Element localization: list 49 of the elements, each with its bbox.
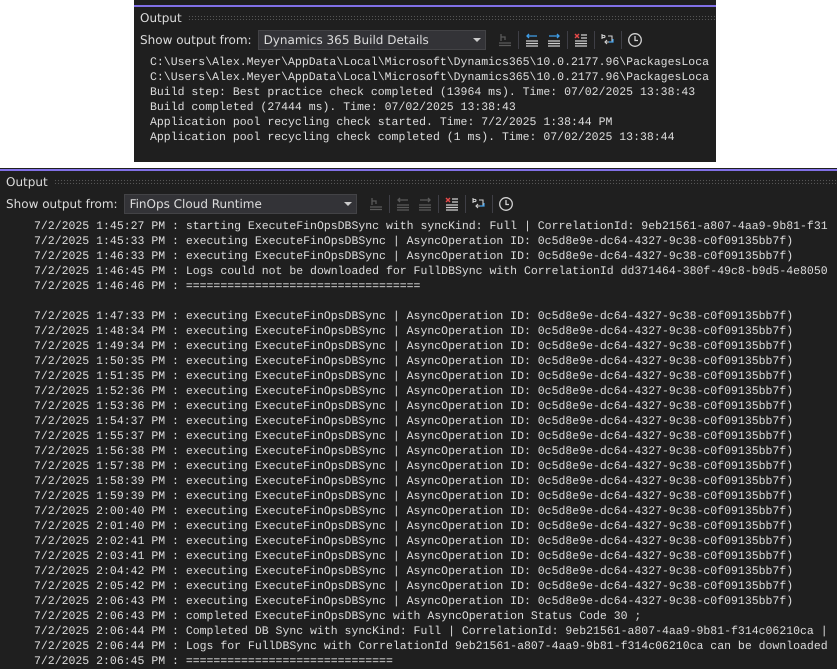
panel-title: Output	[6, 174, 48, 188]
previous-arrow-lines-icon[interactable]	[524, 32, 540, 48]
log-line: Application pool recycling check completed (1 ms). Time: 07/02/2025 13:38:44	[150, 130, 674, 145]
log-line: 7/2/2025 2:05:42 PM : executing ExecuteFinOpsDBSync | AsyncOperation ID: 0c5d8e9e-dc64-4327-9c38-c0f09135bb7f)	[34, 579, 794, 594]
log-line: C:\Users\Alex.Meyer\AppData\Local\Microsoft\Dynamics365\10.0.2177.96\PackagesLoca	[150, 55, 709, 70]
log-line: 7/2/2025 1:56:38 PM : executing ExecuteFinOpsDBSync | AsyncOperation ID: 0c5d8e9e-dc64-4327-9c38-c0f09135bb7f)	[34, 444, 794, 459]
source-dropdown[interactable]: FinOps Cloud Runtime	[124, 194, 357, 214]
caret-icon	[344, 202, 352, 206]
log-line: 7/2/2025 1:52:36 PM : executing ExecuteFinOpsDBSync | AsyncOperation ID: 0c5d8e9e-dc64-4327-9c38-c0f09135bb7f)	[34, 384, 794, 399]
log-line: Application pool recycling check started. Time: 7/2/2025 1:38:44 PM	[150, 115, 612, 130]
clear-lines-icon[interactable]	[572, 32, 589, 48]
log-line: 7/2/2025 1:46:33 PM : executing ExecuteFinOpsDBSync | AsyncOperation ID: 0c5d8e9e-dc64-4327-9c38-c0f09135bb7f)	[34, 249, 794, 264]
source-label: Show output from:	[140, 33, 252, 47]
source-label: Show output from:	[6, 197, 118, 211]
log-line: 7/2/2025 1:50:35 PM : executing ExecuteFinOpsDBSync | AsyncOperation ID: 0c5d8e9e-dc64-4327-9c38-c0f09135bb7f)	[34, 354, 794, 369]
source-dropdown[interactable]: Dynamics 365 Build Details	[258, 30, 486, 50]
log-line: 7/2/2025 2:04:42 PM : executing ExecuteFinOpsDBSync | AsyncOperation ID: 0c5d8e9e-dc64-4327-9c38-c0f09135bb7f)	[34, 564, 794, 579]
clear-lines-icon[interactable]	[444, 196, 460, 212]
caret-icon	[472, 38, 481, 42]
log-line: 7/2/2025 1:59:39 PM : executing ExecuteFinOpsDBSync | AsyncOperation ID: 0c5d8e9e-dc64-4327-9c38-c0f09135bb7f)	[34, 489, 794, 504]
log-line: Build completed (27444 ms). Time: 07/02/2025 13:38:43	[150, 100, 516, 115]
clock-icon[interactable]	[498, 196, 514, 212]
log-line: 7/2/2025 1:47:33 PM : executing ExecuteFinOpsDBSync | AsyncOperation ID: 0c5d8e9e-dc64-4327-9c38-c0f09135bb7f)	[34, 309, 794, 324]
log-line: 7/2/2025 1:53:36 PM : executing ExecuteFinOpsDBSync | AsyncOperation ID: 0c5d8e9e-dc64-4327-9c38-c0f09135bb7f)	[34, 399, 794, 414]
log-line: 7/2/2025 2:03:41 PM : executing ExecuteFinOpsDBSync | AsyncOperation ID: 0c5d8e9e-dc64-4327-9c38-c0f09135bb7f)	[34, 549, 794, 564]
log-line: 7/2/2025 1:49:34 PM : executing ExecuteFinOpsDBSync | AsyncOperation ID: 0c5d8e9e-dc64-4327-9c38-c0f09135bb7f)	[34, 339, 794, 354]
log-line: 7/2/2025 2:06:43 PM : completed ExecuteFinOpsDBSync with AsyncOperation Status Code 30 ;	[34, 609, 642, 624]
log-line: 7/2/2025 2:01:40 PM : executing ExecuteFinOpsDBSync | AsyncOperation ID: 0c5d8e9e-dc64-4327-9c38-c0f09135bb7f)	[34, 519, 794, 534]
log-line: 7/2/2025 1:48:34 PM : executing ExecuteFinOpsDBSync | AsyncOperation ID: 0c5d8e9e-dc64-4327-9c38-c0f09135bb7f)	[34, 324, 794, 339]
log-line: 7/2/2025 2:06:44 PM : Logs for FullDBSync with CorrelationId 9eb21561-a807-4aa9-9b81-f314c06210ca can be downloaded	[34, 639, 828, 654]
log-line: 7/2/2025 1:46:46 PM : ==================================	[34, 279, 420, 294]
next-arrow-lines-icon[interactable]	[546, 32, 562, 48]
log-line: 7/2/2025 2:06:44 PM : Completed DB Sync with syncKind: Full | CorrelationId: 9eb21561-a807-4aa9-9b81-f314c06210ca |	[34, 624, 828, 639]
log-line: 7/2/2025 2:06:45 PM : ==============================	[34, 654, 393, 669]
log-line: Build step: Best practice check completed (13964 ms). Time: 07/02/2025 13:38:43	[150, 85, 696, 100]
log-line: 7/2/2025 1:51:35 PM : executing ExecuteFinOpsDBSync | AsyncOperation ID: 0c5d8e9e-dc64-4327-9c38-c0f09135bb7f)	[34, 369, 794, 384]
log-line: 7/2/2025 2:06:43 PM : executing ExecuteFinOpsDBSync | AsyncOperation ID: 0c5d8e9e-dc64-4327-9c38-c0f09135bb7f)	[34, 594, 794, 609]
log-line: 7/2/2025 1:45:27 PM : starting ExecuteFinOpsDBSync with syncKind: Full | CorrelationId: 9eb21561-a807-4aa9-9b81-f31	[34, 219, 828, 234]
log-line: C:\Users\Alex.Meyer\AppData\Local\Microsoft\Dynamics365\10.0.2177.96\PackagesLoca	[150, 70, 709, 85]
clock-icon[interactable]	[626, 32, 643, 48]
log-line: 7/2/2025 1:57:38 PM : executing ExecuteFinOpsDBSync | AsyncOperation ID: 0c5d8e9e-dc64-4327-9c38-c0f09135bb7f)	[34, 459, 794, 474]
log-line: 7/2/2025 1:54:37 PM : executing ExecuteFinOpsDBSync | AsyncOperation ID: 0c5d8e9e-dc64-4327-9c38-c0f09135bb7f)	[34, 414, 794, 429]
log-line: 7/2/2025 1:46:45 PM : Logs could not be downloaded for FullDBSync with CorrelationId dd371464-380f-49c8-b9d5-4e8050	[34, 264, 828, 279]
log-line: 7/2/2025 1:55:37 PM : executing ExecuteFinOpsDBSync | AsyncOperation ID: 0c5d8e9e-dc64-4327-9c38-c0f09135bb7f)	[34, 429, 794, 444]
log-line: 7/2/2025 1:45:33 PM : executing ExecuteFinOpsDBSync | AsyncOperation ID: 0c5d8e9e-dc64-4327-9c38-c0f09135bb7f)	[34, 234, 794, 249]
log-line: 7/2/2025 2:02:41 PM : executing ExecuteFinOpsDBSync | AsyncOperation ID: 0c5d8e9e-dc64-4327-9c38-c0f09135bb7f)	[34, 534, 794, 549]
panel-title: Output	[140, 10, 182, 24]
log-line: 7/2/2025 1:58:39 PM : executing ExecuteFinOpsDBSync | AsyncOperation ID: 0c5d8e9e-dc64-4327-9c38-c0f09135bb7f)	[34, 474, 794, 489]
log-line: 7/2/2025 2:00:40 PM : executing ExecuteFinOpsDBSync | AsyncOperation ID: 0c5d8e9e-dc64-4327-9c38-c0f09135bb7f)	[34, 504, 794, 519]
